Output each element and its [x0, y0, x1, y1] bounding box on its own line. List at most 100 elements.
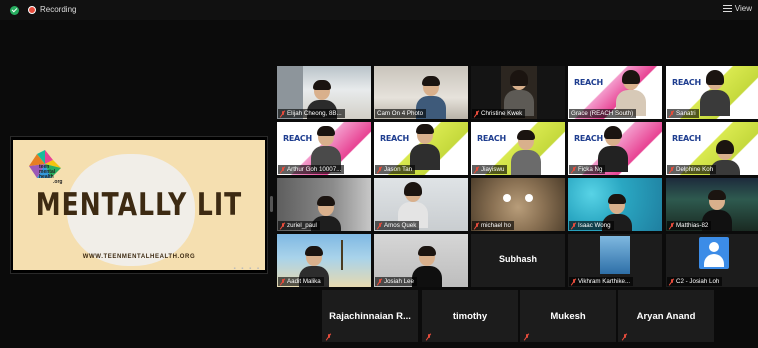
video-tile[interactable]: Isaac Wong — [568, 178, 662, 231]
video-tile[interactable]: Elijah Cheong, 8B... — [277, 66, 371, 119]
participant-nameplate: Ficka Ng — [569, 165, 606, 174]
video-tile[interactable]: Christine Kwek — [471, 66, 565, 119]
video-tile-camera-off[interactable]: Aryan Anand — [618, 290, 714, 342]
mic-muted-icon — [280, 166, 285, 173]
mic-muted-icon — [571, 166, 576, 173]
reach-logo: REACH — [672, 134, 701, 143]
video-tile[interactable]: REACH Sanatri — [666, 66, 758, 119]
reach-logo: REACH — [574, 78, 603, 87]
video-tile[interactable]: Vikhram Karthike... — [568, 234, 662, 287]
cat-eye-icon — [503, 194, 511, 202]
participant-nameplate: Aadit Malika — [278, 277, 324, 286]
video-tile-camera-off[interactable]: Rajachinnaian R... — [322, 290, 418, 342]
video-tile-active-speaker[interactable]: REACH Grace (REACH South) — [568, 66, 662, 119]
presentation-slide: teen mental health .org MENTALLY LIT WWW… — [13, 140, 265, 270]
mic-muted-icon — [377, 278, 382, 285]
participant-video — [616, 70, 646, 116]
svg-text:.org: .org — [53, 179, 62, 184]
participant-video — [398, 182, 428, 228]
palm-tree-icon — [341, 240, 363, 270]
participant-name: Subhash — [498, 254, 537, 264]
video-tile[interactable]: REACH Arthur Goh 10007... — [277, 122, 371, 175]
slide-title: MENTALLY LIT — [35, 186, 243, 223]
panel-resize-handle[interactable] — [270, 196, 273, 212]
view-menu-icon — [722, 5, 732, 12]
mic-muted-icon — [669, 278, 674, 285]
participant-name: Rajachinnaian R... — [329, 311, 411, 322]
mic-muted-icon — [474, 110, 479, 117]
recording-label: Recording — [40, 5, 77, 14]
video-tile[interactable]: REACH Ficka Ng — [568, 122, 662, 175]
participant-nameplate: Arthur Goh 10007... — [278, 165, 345, 174]
share-controls-icons[interactable]: ▪ ▪ ▪ ▪ — [233, 266, 261, 272]
slide-url: WWW.TEENMENTALHEALTH.ORG — [82, 254, 196, 260]
participant-nameplate: Matthias-82 — [667, 221, 712, 230]
mic-muted-icon — [377, 166, 382, 173]
participant-video — [700, 70, 730, 116]
participant-nameplate: Cam On 4 Photo — [375, 109, 427, 118]
video-tile[interactable]: Josiah Lee — [374, 234, 468, 287]
participant-video — [410, 124, 440, 170]
participant-nameplate: Josiah Lee — [375, 277, 417, 286]
recording-icon — [28, 6, 36, 14]
video-tile-camera-off[interactable]: Subhash — [471, 234, 565, 287]
participant-name: Aryan Anand — [636, 311, 696, 322]
teen-mental-health-logo-icon: teen mental health .org — [29, 150, 62, 184]
participant-video — [504, 70, 534, 116]
participant-nameplate: C2 - Josiah Loh — [667, 277, 723, 286]
participant-nameplate: Christine Kwek — [472, 109, 526, 118]
mic-muted-icon — [326, 334, 331, 340]
video-tile[interactable]: michael ho — [471, 178, 565, 231]
cat-eye-icon — [525, 194, 533, 202]
profile-picture — [600, 236, 630, 274]
meeting-topbar: Recording View — [0, 0, 758, 20]
svg-text:health: health — [39, 174, 54, 180]
participant-video — [311, 126, 341, 172]
video-tile[interactable]: zuriel_paul — [277, 178, 371, 231]
reach-logo: REACH — [380, 134, 409, 143]
mic-muted-icon — [280, 110, 285, 117]
mic-muted-icon — [669, 110, 674, 117]
participant-nameplate: Delphine Koh — [667, 165, 717, 174]
reach-logo: REACH — [477, 134, 506, 143]
participant-name: Mukesh — [550, 311, 586, 322]
participant-nameplate: Grace (REACH South) — [569, 109, 637, 118]
participant-nameplate: Amos Quek — [375, 221, 420, 230]
mic-muted-icon — [571, 222, 576, 229]
mic-muted-icon — [669, 166, 674, 173]
video-tile[interactable]: Aadit Malika — [277, 234, 371, 287]
video-tile[interactable]: Cam On 4 Photo — [374, 66, 468, 119]
video-tile-camera-off[interactable]: Mukesh — [520, 290, 616, 342]
participant-video — [598, 126, 628, 172]
participant-video — [511, 130, 541, 175]
video-tile[interactable]: REACH Delphine Koh — [666, 122, 758, 175]
participant-nameplate: Isaac Wong — [569, 221, 614, 230]
mic-muted-icon — [377, 222, 382, 229]
mic-muted-icon — [571, 278, 576, 285]
participant-name: timothy — [452, 311, 488, 322]
participant-nameplate: Elijah Cheong, 8B... — [278, 109, 345, 118]
participant-nameplate: Sanatri — [667, 109, 699, 118]
reach-logo: REACH — [672, 78, 701, 87]
participant-nameplate: Jason Tan — [375, 165, 416, 174]
video-tile-camera-off[interactable]: timothy — [422, 290, 518, 342]
participant-nameplate: Jiayiswu — [472, 165, 508, 174]
mic-muted-icon — [426, 334, 431, 340]
video-tile[interactable]: REACH Jiayiswu — [471, 122, 565, 175]
reach-logo: REACH — [283, 134, 312, 143]
video-tile[interactable]: REACH Jason Tan — [374, 122, 468, 175]
view-button[interactable]: View — [722, 4, 752, 13]
video-tile[interactable]: C2 - Josiah Loh — [666, 234, 758, 287]
mic-muted-icon — [524, 334, 529, 340]
encryption-shield-icon[interactable] — [10, 6, 19, 15]
mic-muted-icon — [280, 278, 285, 285]
mic-muted-icon — [280, 222, 285, 229]
video-tile[interactable]: Amos Quek — [374, 178, 468, 231]
default-avatar-icon — [699, 237, 729, 269]
video-tile[interactable]: Matthias-82 — [666, 178, 758, 231]
shared-screen[interactable]: teen mental health .org MENTALLY LIT WWW… — [10, 136, 268, 274]
mic-muted-icon — [474, 166, 479, 173]
view-button-label: View — [734, 4, 752, 13]
mic-muted-icon — [474, 222, 479, 229]
participant-nameplate: michael ho — [472, 221, 514, 230]
